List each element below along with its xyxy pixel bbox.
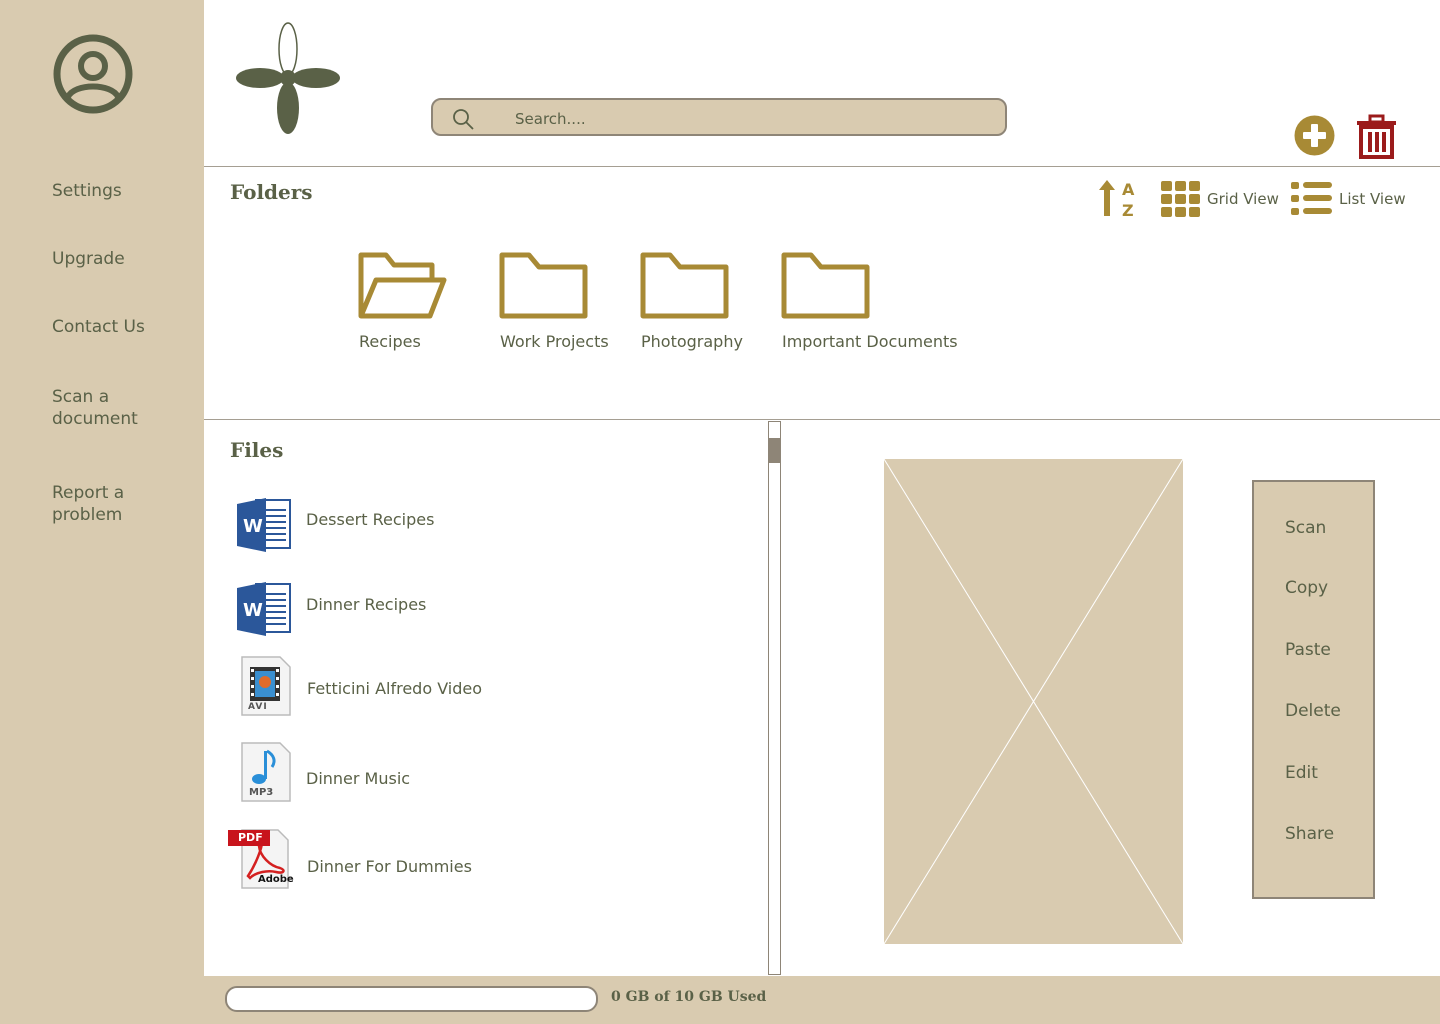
folder-icon <box>499 252 588 319</box>
file-name: Dessert Recipes <box>306 510 435 529</box>
header-divider <box>204 166 1440 167</box>
sort-a-z-icon[interactable]: A Z <box>1098 180 1140 218</box>
file-row-dinner-recipes[interactable]: W Dinner Recipes <box>228 578 748 642</box>
sidebar: Settings Upgrade Contact Us Scan a docum… <box>0 0 204 1024</box>
storage-footer: 0 GB of 10 GB Used <box>204 976 1440 1024</box>
svg-text:W: W <box>243 600 263 621</box>
sidebar-item-scan-document[interactable]: Scan a document <box>52 386 162 430</box>
folder-work-projects[interactable] <box>499 250 589 320</box>
sidebar-item-contact-us[interactable]: Contact Us <box>52 316 192 338</box>
menu-item-share[interactable]: Share <box>1285 824 1334 844</box>
file-badge-mp3: MP3 <box>249 787 274 798</box>
search-icon[interactable] <box>451 107 475 131</box>
folder-recipes[interactable] <box>358 250 448 320</box>
folder-label-photography: Photography <box>641 332 743 351</box>
file-preview-placeholder <box>884 459 1183 944</box>
menu-item-edit[interactable]: Edit <box>1285 763 1318 783</box>
file-badge-avi: AVI <box>248 702 268 712</box>
svg-text:A: A <box>1122 180 1135 199</box>
sidebar-item-settings[interactable]: Settings <box>52 180 192 202</box>
file-name: Dinner For Dummies <box>307 857 472 876</box>
folder-label-work-projects: Work Projects <box>500 332 609 351</box>
file-row-dessert-recipes[interactable]: W Dessert Recipes <box>228 494 748 558</box>
storage-label: 0 GB of 10 GB Used <box>611 989 767 1005</box>
file-badge-adobe: Adobe <box>258 874 294 885</box>
user-circle-icon[interactable] <box>52 33 134 115</box>
file-row-dinner-for-dummies[interactable]: PDF Adobe Dinner For Dummies <box>228 828 748 892</box>
word-doc-icon: W <box>237 582 291 636</box>
storage-progress-bar <box>225 986 598 1012</box>
four-petal-flower-logo <box>236 22 340 134</box>
sidebar-item-upgrade[interactable]: Upgrade <box>52 248 192 270</box>
folders-title: Folders <box>230 180 313 204</box>
menu-item-copy[interactable]: Copy <box>1285 578 1328 598</box>
grid-icon <box>1161 181 1200 217</box>
folder-open-icon <box>358 252 447 319</box>
file-name: Dinner Recipes <box>306 595 427 614</box>
files-scrollbar[interactable] <box>768 421 781 975</box>
file-row-dinner-music[interactable]: Dinner Music <box>228 741 748 805</box>
list-icon <box>1291 182 1332 215</box>
file-name: Dinner Music <box>306 769 411 788</box>
menu-item-scan[interactable]: Scan <box>1285 518 1326 538</box>
scrollbar-thumb[interactable] <box>769 438 780 463</box>
sidebar-item-report-problem[interactable]: Report a problem <box>52 482 152 526</box>
file-name: Fetticini Alfredo Video <box>307 679 483 698</box>
folder-icon <box>781 252 870 319</box>
folder-label-important-documents: Important Documents <box>782 332 958 351</box>
menu-item-paste[interactable]: Paste <box>1285 640 1331 660</box>
folder-important-documents[interactable] <box>781 250 871 320</box>
svg-text:W: W <box>243 516 263 537</box>
files-title: Files <box>230 438 284 462</box>
plus-circle-icon[interactable] <box>1294 115 1335 156</box>
search-bar <box>431 98 1007 136</box>
word-doc-icon: W <box>237 498 291 552</box>
folder-icon <box>640 252 729 319</box>
list-view-toggle[interactable]: List View <box>1291 180 1406 218</box>
folder-label-recipes: Recipes <box>359 332 421 351</box>
search-input[interactable] <box>513 106 977 132</box>
list-view-label: List View <box>1339 190 1406 208</box>
folders-divider <box>204 419 1440 420</box>
context-menu: Scan Copy Paste Delete Edit Share <box>1252 480 1375 899</box>
svg-text:Z: Z <box>1122 201 1134 218</box>
grid-view-label: Grid View <box>1207 190 1279 208</box>
grid-view-toggle[interactable]: Grid View <box>1161 180 1279 218</box>
trash-icon[interactable] <box>1355 114 1398 159</box>
file-badge-pdf: PDF <box>238 831 263 844</box>
folder-photography[interactable] <box>640 250 730 320</box>
file-row-fetticini-video[interactable]: Fetticini Alfredo Video <box>228 655 748 719</box>
menu-item-delete[interactable]: Delete <box>1285 701 1341 721</box>
